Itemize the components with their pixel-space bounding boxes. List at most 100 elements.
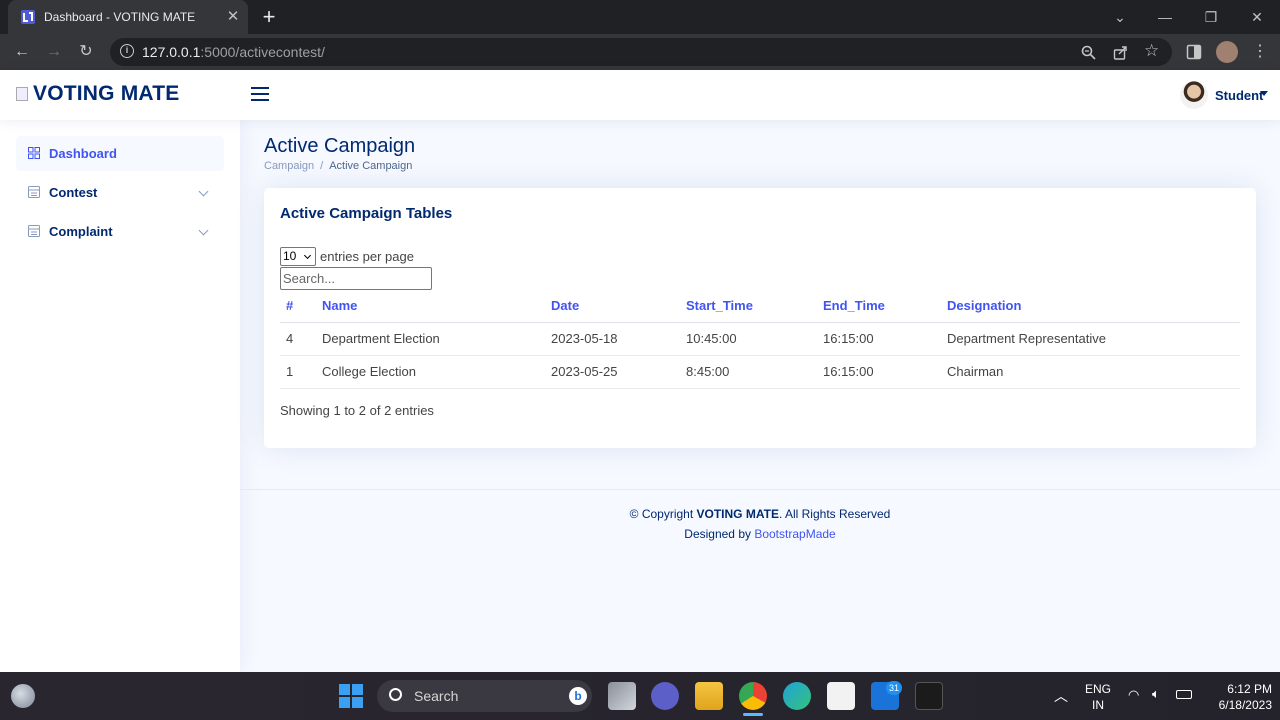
cell-name: Department Election xyxy=(316,322,545,356)
cell-date: 2023-05-25 xyxy=(545,355,680,389)
url-text[interactable]: 127.0.0.1:5000/activecontest/ xyxy=(142,44,325,60)
cell-number: 1 xyxy=(280,355,316,389)
address-bar[interactable]: i 127.0.0.1:5000/activecontest/ ☆ xyxy=(110,38,1172,66)
back-icon[interactable]: ← xyxy=(12,42,32,62)
hamburger-menu-icon[interactable] xyxy=(251,87,269,105)
close-window-icon[interactable]: ✕ xyxy=(1247,7,1267,27)
per-page-label: entries per page xyxy=(320,249,414,264)
cell-start-time: 10:45:00 xyxy=(680,322,817,356)
zoom-icon[interactable] xyxy=(1081,45,1096,60)
showing-entries-info: Showing 1 to 2 of 2 entries xyxy=(280,403,434,418)
column-header-name[interactable]: Name xyxy=(316,290,545,323)
chevron-down-icon xyxy=(198,186,209,197)
cell-designation: Chairman xyxy=(941,355,1240,389)
caret-down-icon[interactable] xyxy=(1260,91,1268,96)
sidebar-item-contest[interactable]: Contest xyxy=(16,175,224,210)
tab-title: Dashboard - VOTING MATE xyxy=(44,10,196,24)
chevron-down-icon xyxy=(198,225,209,236)
sidebar-item-dashboard[interactable]: Dashboard xyxy=(16,136,224,171)
column-header-start-time[interactable]: Start_Time xyxy=(680,290,817,323)
cell-end-time: 16:15:00 xyxy=(817,322,941,356)
tab-search-chevron-icon[interactable]: ⌄ xyxy=(1110,7,1130,27)
active-app-indicator xyxy=(743,713,763,716)
table-header-row: # Name Date Start_Time End_Time Designat… xyxy=(280,290,1240,323)
minimize-icon[interactable]: — xyxy=(1155,7,1175,27)
page-title: Active Campaign xyxy=(264,135,416,157)
browser-toolbar: ← → ↻ i 127.0.0.1:5000/activecontest/ ☆ … xyxy=(0,34,1280,70)
campaign-card: Active Campaign Tables 10 entries per pa… xyxy=(264,188,1256,448)
footer-brand: VOTING MATE xyxy=(696,507,779,521)
cell-number: 4 xyxy=(280,322,316,356)
forward-icon[interactable]: → xyxy=(44,42,64,62)
edge-icon[interactable] xyxy=(783,682,811,710)
wifi-icon[interactable]: ◠ xyxy=(1128,687,1139,703)
chrome-icon[interactable] xyxy=(739,682,767,710)
entries-per-page: 10 entries per page xyxy=(280,247,414,266)
microsoft-store-icon[interactable] xyxy=(827,682,855,710)
browser-menu-icon[interactable]: ⋮ xyxy=(1250,42,1270,62)
teams-chat-icon[interactable] xyxy=(651,682,679,710)
breadcrumb-current: Active Campaign xyxy=(329,160,413,172)
menu-list-icon xyxy=(28,186,40,198)
windows-start-icon[interactable] xyxy=(339,684,363,708)
show-hidden-icons-chevron-icon[interactable]: ︿ xyxy=(1054,686,1068,706)
breadcrumb: Campaign / Active Campaign xyxy=(264,160,412,172)
sidebar-item-label: Contest xyxy=(49,185,98,200)
sidebar-item-label: Complaint xyxy=(49,224,113,239)
menu-list-icon xyxy=(28,225,40,237)
task-view-icon[interactable] xyxy=(608,682,636,710)
footer-credits: Designed by BootstrapMade xyxy=(684,527,836,541)
side-panel-icon[interactable] xyxy=(1186,44,1202,60)
cell-end-time: 16:15:00 xyxy=(817,355,941,389)
bootstrapmade-link[interactable]: BootstrapMade xyxy=(754,527,835,541)
windows-taskbar: Search b 31 ︿ ENG IN ◠ 🔈︎ 6:12 PM 6/18/202… xyxy=(0,672,1280,720)
cell-start-time: 8:45:00 xyxy=(680,355,817,389)
browser-tab-strip: Dashboard - VOTING MATE ✕ + ⌄ — ❐ ✕ xyxy=(0,0,1280,34)
volume-icon[interactable]: 🔈︎ xyxy=(1152,686,1160,702)
sidebar-item-complaint[interactable]: Complaint xyxy=(16,214,224,249)
bing-icon: b xyxy=(569,687,587,705)
browser-profile-avatar[interactable] xyxy=(1216,41,1238,63)
table-row: 1 College Election 2023-05-25 8:45:00 16… xyxy=(280,355,1240,389)
reload-icon[interactable]: ↻ xyxy=(76,42,96,62)
language-indicator[interactable]: ENG IN xyxy=(1082,681,1114,713)
sidebar: Dashboard Contest Complaint xyxy=(0,120,240,672)
avatar[interactable] xyxy=(1180,81,1208,109)
cell-date: 2023-05-18 xyxy=(545,322,680,356)
column-header-designation[interactable]: Designation xyxy=(941,290,1240,323)
table-row: 4 Department Election 2023-05-18 10:45:0… xyxy=(280,322,1240,356)
brand-name: VOTING MATE xyxy=(33,82,180,105)
campaign-table: # Name Date Start_Time End_Time Designat… xyxy=(280,290,1240,389)
search-input[interactable] xyxy=(280,267,432,290)
close-tab-icon[interactable]: ✕ xyxy=(224,8,242,26)
browser-tab[interactable]: Dashboard - VOTING MATE ✕ xyxy=(8,0,248,34)
cell-name: College Election xyxy=(316,355,545,389)
bookmark-star-icon[interactable]: ☆ xyxy=(1144,41,1159,61)
per-page-select[interactable]: 10 xyxy=(280,247,316,266)
clock[interactable]: 6:12 PM 6/18/2023 xyxy=(1200,681,1272,713)
taskbar-search[interactable]: Search b xyxy=(377,680,592,712)
new-tab-icon[interactable]: + xyxy=(258,6,280,28)
breadcrumb-link-campaign[interactable]: Campaign xyxy=(264,160,314,172)
app-header: VOTING MATE Student xyxy=(0,70,1280,120)
column-header-end-time[interactable]: End_Time xyxy=(817,290,941,323)
footer-copyright: © Copyright VOTING MATE. All Rights Rese… xyxy=(629,507,891,521)
site-info-icon[interactable]: i xyxy=(120,44,134,58)
weather-icon[interactable] xyxy=(11,684,35,708)
site-favicon-icon xyxy=(21,10,35,24)
file-explorer-icon[interactable] xyxy=(695,682,723,710)
battery-icon[interactable] xyxy=(1176,690,1192,699)
cell-designation: Department Representative xyxy=(941,322,1240,356)
mail-badge: 31 xyxy=(886,681,902,695)
grid-icon xyxy=(28,147,40,159)
share-icon[interactable] xyxy=(1113,45,1128,60)
brand-logo[interactable]: VOTING MATE xyxy=(16,82,179,106)
profile-name[interactable]: Student xyxy=(1215,88,1263,103)
column-header-date[interactable]: Date xyxy=(545,290,680,323)
column-header-number[interactable]: # xyxy=(280,290,316,323)
footer-divider xyxy=(240,489,1280,490)
sidebar-item-label: Dashboard xyxy=(49,146,117,161)
taskbar-search-label: Search xyxy=(414,688,459,704)
restore-icon[interactable]: ❐ xyxy=(1201,7,1221,27)
terminal-icon[interactable] xyxy=(915,682,943,710)
